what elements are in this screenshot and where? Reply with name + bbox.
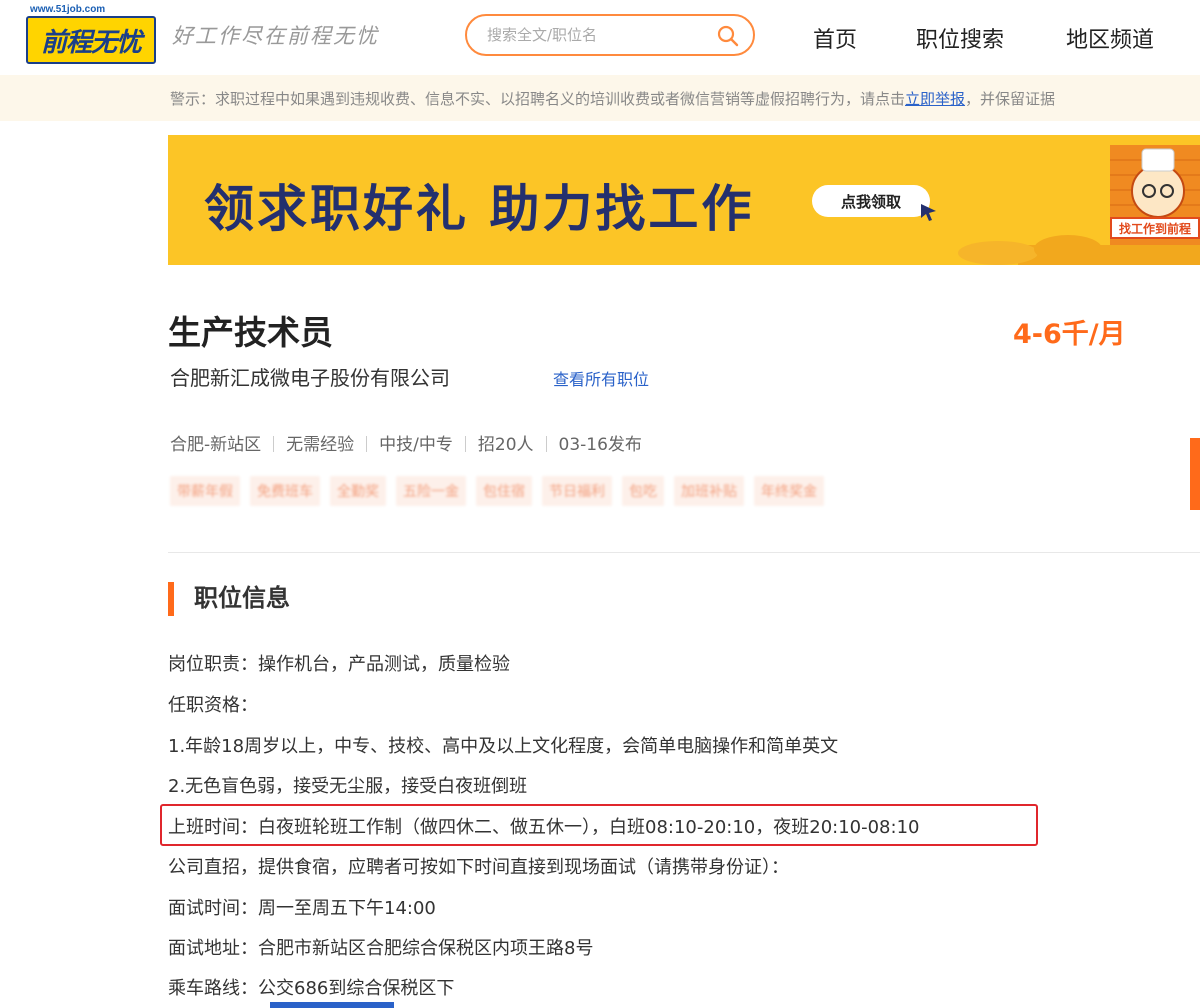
qualification-heading: 任职资格： xyxy=(168,695,258,716)
company-name[interactable]: 合肥新汇成微电子股份有限公司 xyxy=(170,362,450,391)
warning-text-after: ，并保留证据 xyxy=(965,90,1056,108)
map-link-underline[interactable] xyxy=(270,1002,394,1008)
job-duty-line: 岗位职责：操作机台，产品测试，质量检验 xyxy=(168,654,510,675)
site-slogan: 好工作尽在前程无忧 xyxy=(172,24,379,48)
job-experience: 无需经验 xyxy=(286,435,355,455)
meta-divider xyxy=(464,436,466,452)
job-post-date: 03-16发布 xyxy=(558,435,642,455)
job-education: 中技/中专 xyxy=(379,435,453,455)
qualification-line: 1.年龄18周岁以上，中专、技校、高中及以上文化程度，会简单电脑操作和简单英文 xyxy=(168,736,839,757)
meta-divider xyxy=(366,436,368,452)
logo-badge: 前程无忧 xyxy=(26,16,156,64)
site-logo[interactable]: www.51job.com 前程无忧 xyxy=(24,4,158,64)
claim-button[interactable]: 点我领取 xyxy=(812,185,930,217)
meta-divider xyxy=(545,436,547,452)
banner-headline: 领求职好礼 助力找工作 xyxy=(204,180,755,238)
benefit-tag: 节日福利 xyxy=(542,476,612,506)
job-meta: 合肥-新站区 无需经验 中技/中专 招20人 03-16发布 xyxy=(170,430,642,455)
search-input[interactable] xyxy=(487,24,707,46)
job-location: 合肥-新站区 xyxy=(170,435,262,455)
nav-region-channel[interactable]: 地区频道 xyxy=(1066,22,1154,54)
warning-text-before: 警示：求职过程中如果遇到违规收费、信息不实、以招聘名义的培训收费或者微信营销等虚… xyxy=(170,90,906,108)
cursor-icon xyxy=(921,204,936,221)
logo-url: www.51job.com xyxy=(30,4,106,15)
job-title: 生产技术员 xyxy=(168,313,333,352)
banner-decoration xyxy=(958,145,1200,265)
benefit-tag: 包住宿 xyxy=(476,476,532,506)
job-salary: 4-6千/月 xyxy=(1013,319,1126,350)
nav-home[interactable]: 首页 xyxy=(813,22,857,54)
interview-address-line: 面试地址：合肥市新站区合肥综合保税区内项王路8号 xyxy=(168,938,594,959)
apply-side-tab[interactable] xyxy=(1190,438,1200,510)
report-link[interactable]: 立即举报 xyxy=(905,90,965,108)
job-headcount: 招20人 xyxy=(477,435,534,455)
section-divider xyxy=(168,552,1200,553)
interview-time-line: 面试时间：周一至周五下午14:00 xyxy=(168,898,436,919)
highlight-box xyxy=(160,804,1038,846)
section-title: 职位信息 xyxy=(168,582,290,616)
benefit-tag: 免费班车 xyxy=(250,476,320,506)
benefit-tags: 带薪年假 免费班车 全勤奖 五险一金 包住宿 节日福利 包吃 加班补贴 年终奖金 xyxy=(170,476,824,506)
view-all-jobs-link[interactable]: 查看所有职位 xyxy=(553,366,649,390)
benefit-tag: 包吃 xyxy=(622,476,664,506)
warning-text: 警示：求职过程中如果遇到违规收费、信息不实、以招聘名义的培训收费或者微信营销等虚… xyxy=(170,88,1055,109)
search-box[interactable] xyxy=(465,14,755,56)
qualification-line: 2.无色盲色弱，接受无尘服，接受白夜班倒班 xyxy=(168,776,528,797)
warning-bar: 警示：求职过程中如果遇到违规收费、信息不实、以招聘名义的培训收费或者微信营销等虚… xyxy=(0,75,1200,121)
benefit-tag: 五险一金 xyxy=(396,476,466,506)
search-icon[interactable] xyxy=(717,25,739,47)
benefit-tag: 年终奖金 xyxy=(754,476,824,506)
top-header: www.51job.com 前程无忧 好工作尽在前程无忧 首页 职位搜索 地区频… xyxy=(0,0,1200,74)
benefit-tag: 全勤奖 xyxy=(330,476,386,506)
banner-corner-label: 找工作到前程 xyxy=(1110,217,1200,239)
meta-divider xyxy=(273,436,275,452)
nav-job-search[interactable]: 职位搜索 xyxy=(916,22,1004,54)
direct-hire-line: 公司直招，提供食宿，应聘者可按如下时间直接到现场面试（请携带身份证）： xyxy=(168,857,789,878)
benefit-tag: 带薪年假 xyxy=(170,476,240,506)
promo-banner[interactable]: 领求职好礼 助力找工作 点我领取 找工作到前程 xyxy=(168,135,1200,265)
bus-route-line: 乘车路线：公交686到综合保税区下 xyxy=(168,978,455,999)
benefit-tag: 加班补贴 xyxy=(674,476,744,506)
